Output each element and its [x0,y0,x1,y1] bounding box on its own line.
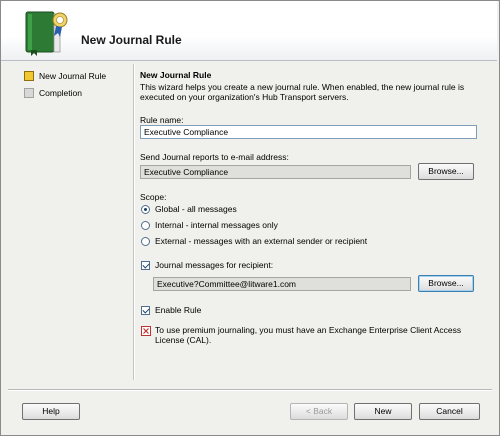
rule-name-input[interactable]: Executive Compliance [140,125,477,139]
scope-internal-label[interactable]: Internal - internal messages only [155,220,278,230]
journal-recipient-label[interactable]: Journal messages for recipient: [155,260,273,270]
back-button[interactable]: < Back [290,403,348,420]
enable-rule-label[interactable]: Enable Rule [155,305,201,315]
footer-divider [8,389,492,391]
scope-external-radio[interactable] [141,237,150,246]
scope-global-radio[interactable] [141,205,150,214]
journal-rule-book-icon [25,11,68,56]
journal-recipient-field: Executive?Committee@litware1.com [153,277,411,291]
scope-internal-radio[interactable] [141,221,150,230]
wizard-window [0,0,500,436]
vertical-divider [133,64,135,380]
new-button[interactable]: New [354,403,412,420]
step-label: Completion [39,88,82,98]
cancel-button[interactable]: Cancel [419,403,480,420]
pending-step-icon [24,88,34,98]
send-reports-label: Send Journal reports to e-mail address: [140,152,289,162]
step-new-journal-rule: New Journal Rule [24,70,106,82]
section-title: New Journal Rule [140,70,212,80]
wizard-description: This wizard helps you create a new journ… [140,82,465,102]
browse-recipient-button[interactable]: Browse... [418,275,474,292]
premium-journaling-note: To use premium journaling, you must have… [155,325,462,345]
enable-rule-checkbox[interactable] [141,306,150,315]
step-completion: Completion [24,87,82,99]
page-title: New Journal Rule [81,33,182,47]
browse-report-address-button[interactable]: Browse... [418,163,474,180]
journal-recipient-checkbox[interactable] [141,261,150,270]
scope-external-label[interactable]: External - messages with an external sen… [155,236,367,246]
premium-info-icon [141,326,151,336]
journal-report-address-field: Executive Compliance [140,165,411,179]
scope-label: Scope: [140,192,167,202]
help-button[interactable]: Help [22,403,80,420]
active-step-icon [24,71,34,81]
wizard-header: New Journal Rule [1,1,497,61]
step-label: New Journal Rule [39,71,107,81]
rule-name-label: Rule name: [140,115,184,125]
scope-global-label[interactable]: Global - all messages [155,204,237,214]
